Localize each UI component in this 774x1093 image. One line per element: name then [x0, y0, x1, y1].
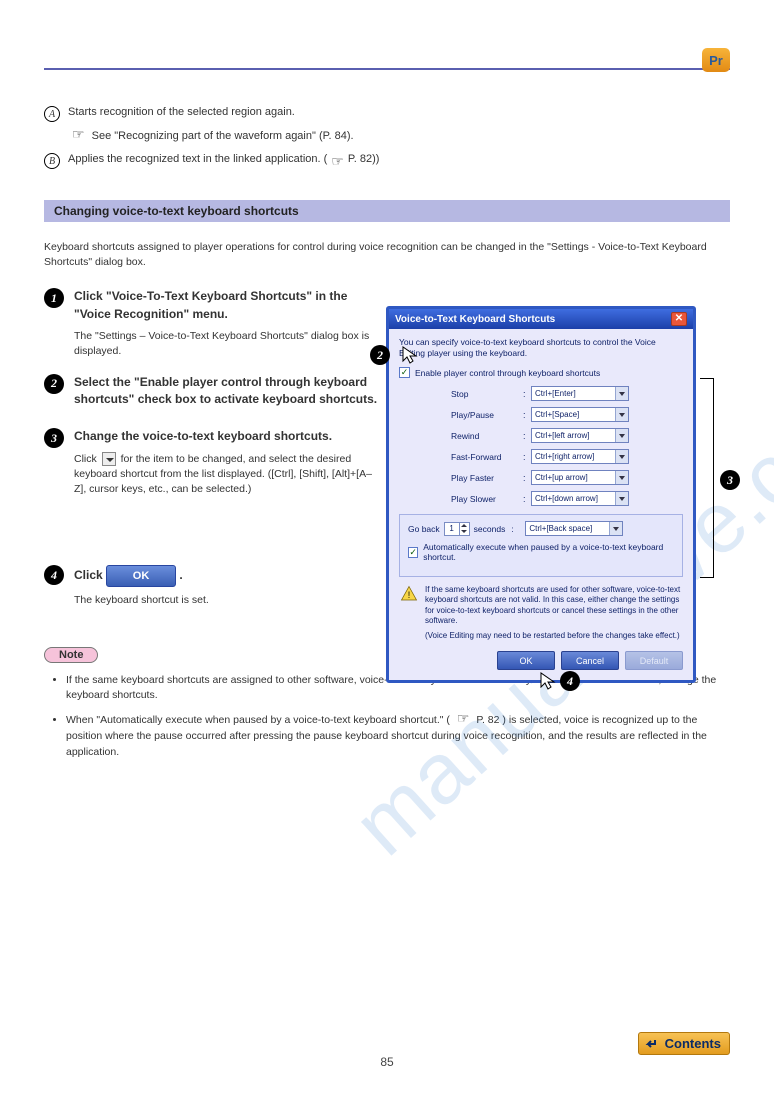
marker-a-icon: A [44, 106, 60, 122]
shortcut-row: Play Faster:Ctrl+[up arrow] [399, 470, 683, 485]
chevron-down-icon[interactable] [615, 450, 628, 463]
goback-shortcut-select[interactable]: Ctrl+[Back space] [525, 521, 623, 536]
ok-button-inline: OK [106, 565, 176, 587]
notes-list: If the same keyboard shortcuts are assig… [66, 673, 730, 761]
shortcut-row: Stop:Ctrl+[Enter] [399, 386, 683, 401]
step-number-icon: 3 [44, 428, 64, 448]
chevron-down-icon[interactable] [615, 429, 628, 442]
close-icon[interactable]: ✕ [671, 312, 687, 326]
enable-label: Enable player control through keyboard s… [415, 368, 600, 378]
shortcut-label: Play Slower [451, 494, 523, 504]
bracket-annotation [700, 378, 714, 578]
step-3: 3 Change the voice-to-text keyboard shor… [44, 428, 384, 497]
ref-a-text: Starts recognition of the selected regio… [68, 106, 295, 118]
chevron-down-icon[interactable] [615, 471, 628, 484]
step-number-icon: 1 [44, 288, 64, 308]
cursor-icon [538, 670, 560, 692]
chevron-down-icon[interactable] [615, 387, 628, 400]
shortcut-select[interactable]: Ctrl+[left arrow] [531, 428, 629, 443]
step-2-title: Select the "Enable player control throug… [74, 374, 384, 409]
shortcut-row: Play/Pause:Ctrl+[Space] [399, 407, 683, 422]
callout-2: 2 [370, 344, 422, 366]
step-1-title: Click "Voice-To-Text Keyboard Shortcuts"… [74, 288, 384, 323]
step-number-icon: 4 [560, 671, 580, 691]
step-4: 4 Click OK . The keyboard shortcut is se… [44, 565, 384, 608]
step-number-icon: 2 [370, 345, 390, 365]
dialog-description: You can specify voice-to-text keyboard s… [399, 337, 683, 359]
chevron-down-icon[interactable] [609, 522, 622, 535]
callout-3: 3 [720, 470, 750, 490]
dialog-titlebar[interactable]: Voice-to-Text Keyboard Shortcuts ✕ [389, 309, 693, 329]
contents-button[interactable]: Contents [638, 1032, 730, 1055]
shortcut-row: Play Slower:Ctrl+[down arrow] [399, 491, 683, 506]
note-badge: Note [44, 647, 98, 663]
shortcut-row: Rewind:Ctrl+[left arrow] [399, 428, 683, 443]
reference-b: B Applies the recognized text in the lin… [44, 153, 730, 170]
goback-label: Go back [408, 524, 440, 534]
pointer-icon: ☞ [72, 126, 85, 143]
auto-checkbox-row[interactable]: ✓ Automatically execute when paused by a… [408, 542, 674, 562]
pointer-icon: ☞ [331, 153, 344, 170]
goback-spinner[interactable]: 1 [444, 522, 470, 536]
shortcut-select[interactable]: Ctrl+[down arrow] [531, 491, 629, 506]
top-rule [44, 68, 730, 70]
return-icon [645, 1038, 661, 1050]
step-4-title: Click OK . [74, 565, 384, 587]
warning-text-1: If the same keyboard shortcuts are used … [425, 585, 683, 627]
shortcut-select[interactable]: Ctrl+[up arrow] [531, 470, 629, 485]
step-2: 2 Select the "Enable player control thro… [44, 374, 384, 415]
dialog-ok-button[interactable]: OK [497, 651, 555, 670]
enable-checkbox-row[interactable]: ✓ Enable player control through keyboard… [399, 367, 683, 378]
ref-a-link-row: ☞ See "Recognizing part of the waveform … [68, 126, 730, 143]
step-number-icon: 2 [44, 374, 64, 394]
step-1: 1 Click "Voice-To-Text Keyboard Shortcut… [44, 288, 384, 359]
step-number-icon: 3 [720, 470, 740, 490]
checkbox-icon[interactable]: ✓ [408, 547, 418, 558]
shortcut-select[interactable]: Ctrl+[Enter] [531, 386, 629, 401]
chevron-down-icon[interactable] [615, 408, 628, 421]
ref-a-link: See "Recognizing part of the waveform ag… [92, 130, 354, 142]
shortcut-row: Fast-Forward:Ctrl+[right arrow] [399, 449, 683, 464]
goback-value: 1 [445, 523, 459, 535]
warning-icon: ! [399, 585, 419, 603]
svg-text:!: ! [408, 590, 411, 600]
ref-b-link: P. 82) [348, 153, 376, 165]
pr-badge: Pr [702, 48, 730, 72]
shortcut-label: Fast-Forward [451, 452, 523, 462]
spinner-buttons[interactable] [459, 523, 469, 535]
shortcuts-dialog: Voice-to-Text Keyboard Shortcuts ✕ You c… [386, 306, 696, 683]
ref-b-text: Applies the recognized text in the linke… [68, 153, 327, 165]
auto-label: Automatically execute when paused by a v… [423, 542, 674, 562]
dialog-cancel-button[interactable]: Cancel [561, 651, 619, 670]
cursor-icon [400, 344, 422, 366]
marker-b-icon: B [44, 153, 60, 169]
page-number: 85 [380, 1055, 393, 1069]
step-1-text: The "Settings – Voice-to-Text Keyboard S… [74, 329, 384, 359]
dialog-title: Voice-to-Text Keyboard Shortcuts [395, 314, 555, 325]
step-3-title: Change the voice-to-text keyboard shortc… [74, 428, 384, 445]
shortcut-label: Play/Pause [451, 410, 523, 420]
warning-row: ! If the same keyboard shortcuts are use… [399, 585, 683, 641]
section-heading: Changing voice-to-text keyboard shortcut… [44, 200, 730, 222]
chevron-down-icon[interactable] [615, 492, 628, 505]
step-4-text: The keyboard shortcut is set. [74, 593, 384, 608]
reference-a: A Starts recognition of the selected reg… [44, 106, 730, 122]
shortcut-label: Play Faster [451, 473, 523, 483]
callout-4: 4 [538, 670, 590, 692]
shortcut-label: Stop [451, 389, 523, 399]
goback-box: Go back 1 seconds : Ctrl+[Back space] ✓ … [399, 514, 683, 577]
dialog-default-button[interactable]: Default [625, 651, 683, 670]
warning-text-2: (Voice Editing may need to be restarted … [425, 631, 683, 641]
dropdown-icon [102, 452, 116, 466]
shortcut-select[interactable]: Ctrl+[Space] [531, 407, 629, 422]
shortcut-select[interactable]: Ctrl+[right arrow] [531, 449, 629, 464]
goback-unit: seconds [474, 524, 506, 534]
pointer-icon: ☞ [457, 708, 470, 729]
note-item: When "Automatically execute when paused … [66, 708, 730, 761]
step-number-icon: 4 [44, 565, 64, 585]
checkbox-icon[interactable]: ✓ [399, 367, 410, 378]
shortcut-label: Rewind [451, 431, 523, 441]
step-3-text: Click for the item to be changed, and se… [74, 452, 384, 498]
section-intro: Keyboard shortcuts assigned to player op… [44, 240, 730, 270]
